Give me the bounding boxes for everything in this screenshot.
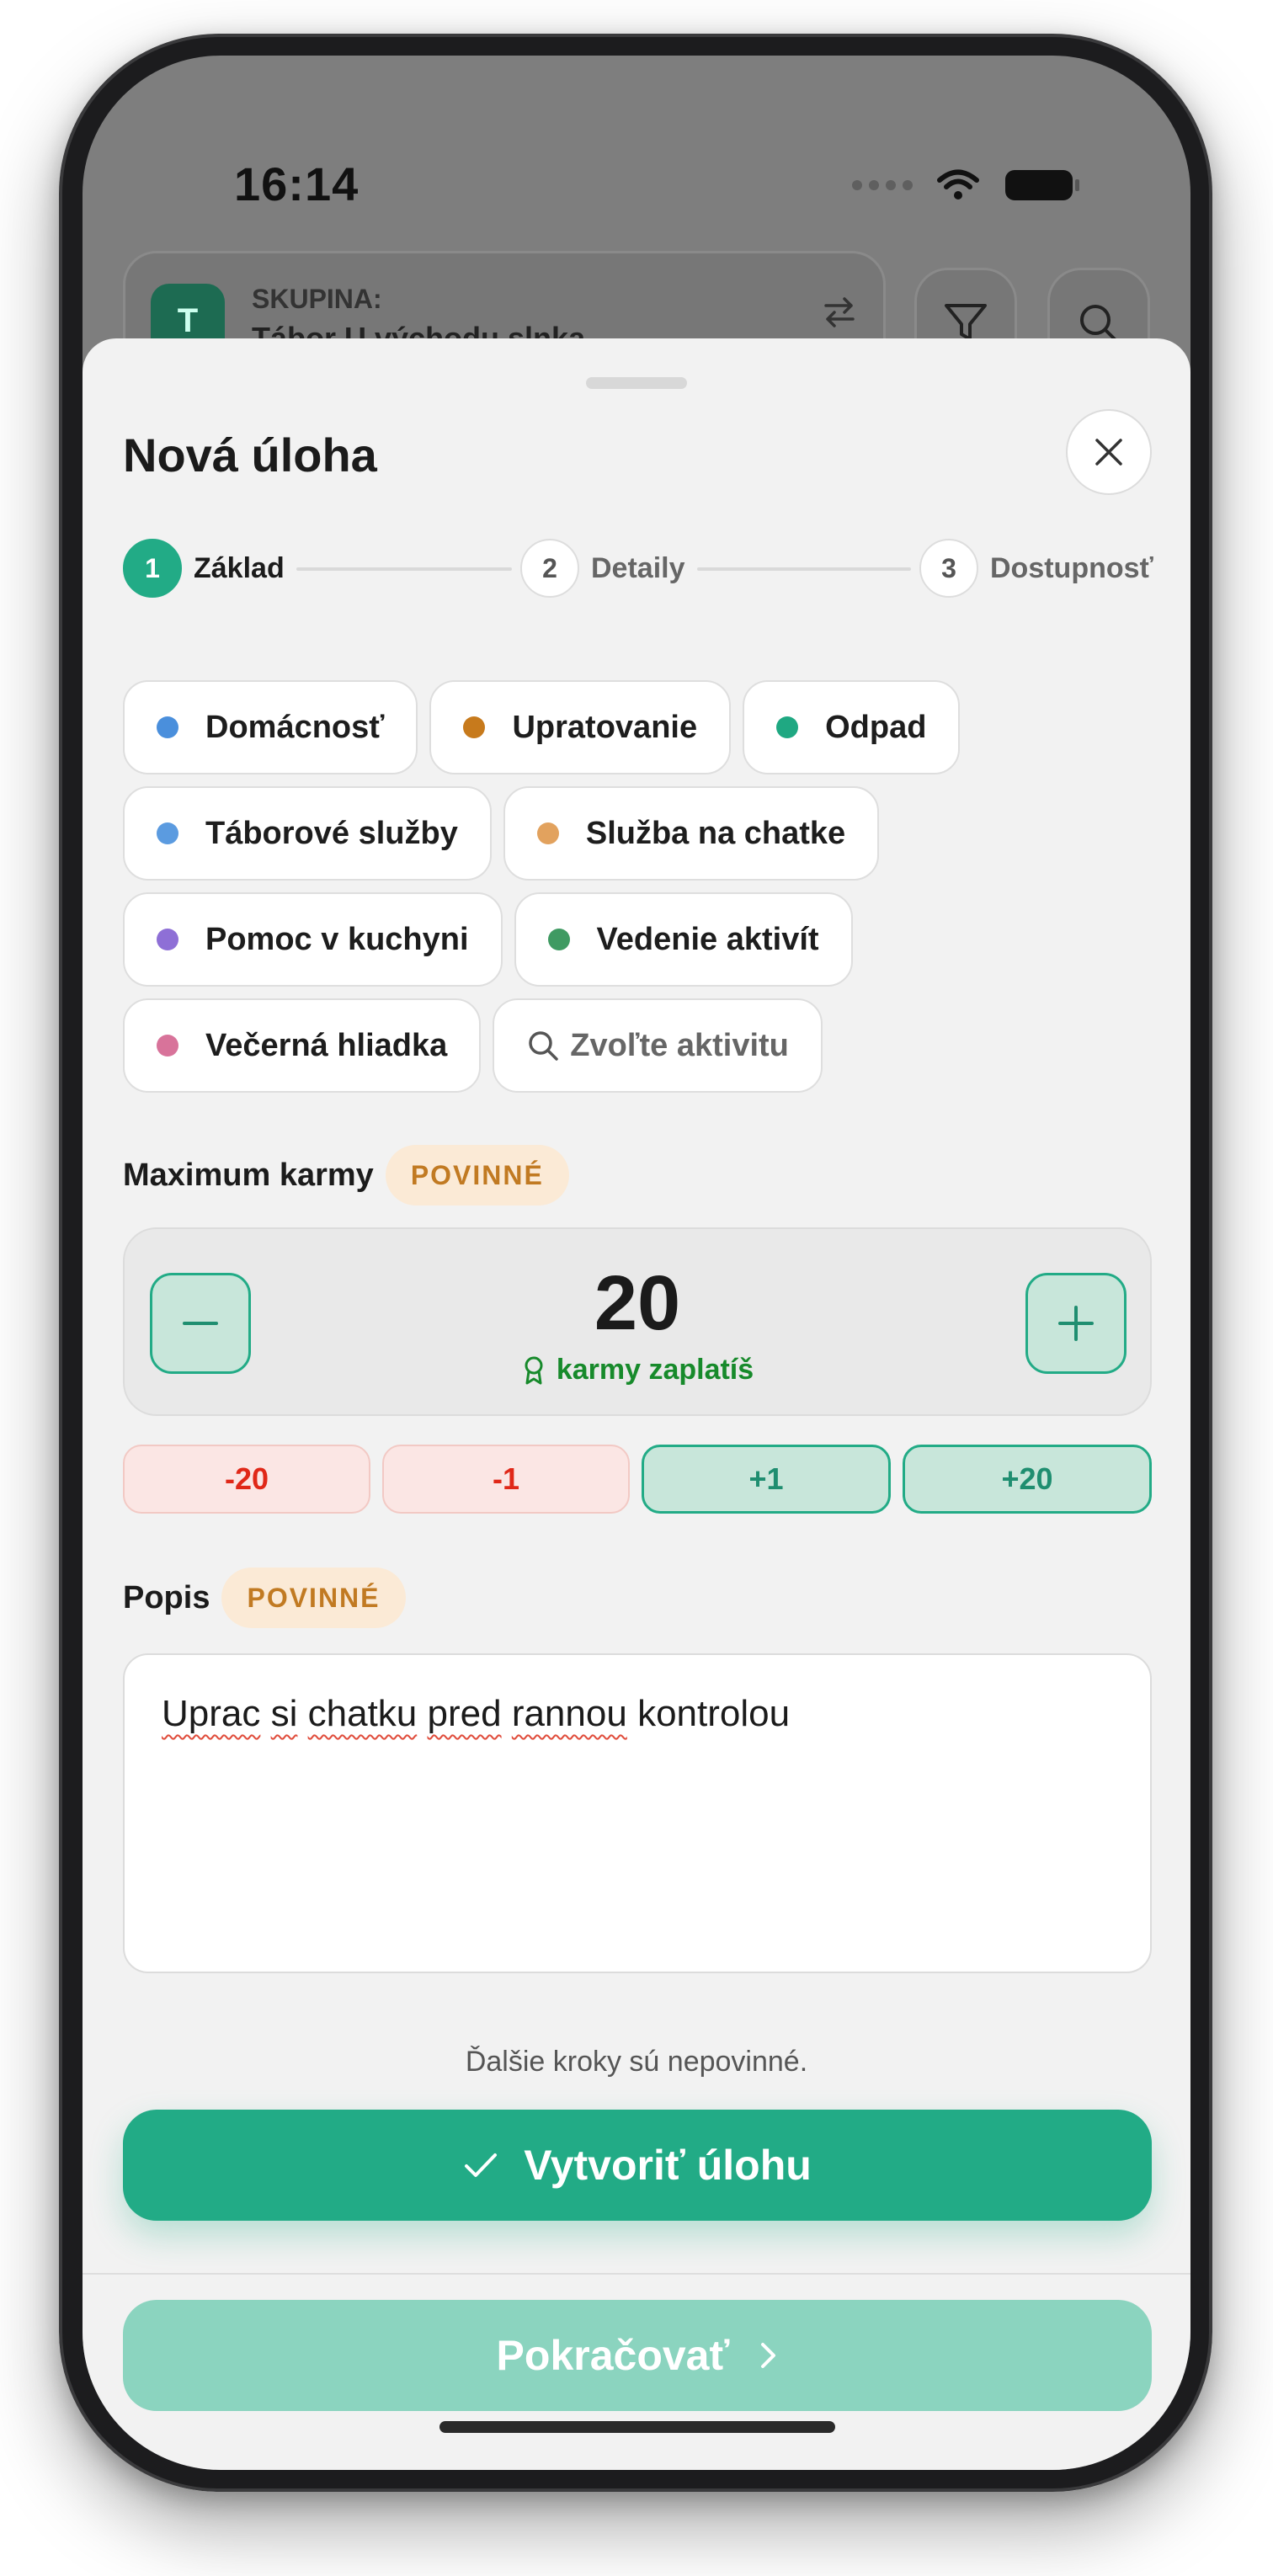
continue-button[interactable]: Pokračovať (123, 2300, 1152, 2411)
category-label: Vedenie aktivít (596, 921, 819, 957)
category-chip[interactable]: Večerná hliadka (123, 998, 482, 1093)
category-color-dot (463, 716, 486, 738)
status-time: 16:14 (234, 157, 360, 210)
group-label: SKUPINA: (252, 284, 382, 314)
required-badge: POVINNÉ (221, 1567, 406, 1628)
category-search-chip[interactable]: Zvoľte aktivitu (493, 998, 823, 1093)
category-search-placeholder: Zvoľte aktivitu (570, 1027, 789, 1063)
new-task-sheet: Nová úloha 1 Základ 2 Detaily 3 Dostupno… (83, 338, 1190, 2470)
karma-stepper: 20 karmy zaplatíš (123, 1227, 1152, 1416)
karma-plus-20-button[interactable]: +20 (903, 1445, 1152, 1514)
chevron-right-icon (761, 2343, 776, 2368)
karma-value: 20 (594, 1260, 681, 1346)
description-word: si (270, 1693, 298, 1734)
description-section-label: Popis POVINNÉ (123, 1567, 406, 1628)
description-word: Uprac (162, 1693, 261, 1734)
category-chip[interactable]: Odpad (743, 680, 961, 774)
status-icons (852, 167, 1081, 204)
category-label: Upratovanie (512, 709, 698, 745)
step-indicator: 1 Základ 2 Detaily 3 Dostupnosť (123, 539, 1153, 599)
category-color-dot (547, 929, 570, 950)
karma-plus-1-button[interactable]: +1 (642, 1445, 891, 1514)
karma-section-label: Maximum karmy POVINNÉ (123, 1145, 569, 1206)
continue-label: Pokračovať (496, 2332, 730, 2379)
category-chips: Domácnosť Upratovanie Odpad Táborové slu… (123, 680, 1152, 1104)
sheet-title: Nová úloha (123, 428, 377, 482)
close-button[interactable] (1066, 409, 1152, 495)
close-icon (1095, 439, 1122, 466)
karma-label: Maximum karmy (123, 1157, 374, 1193)
sheet-grabber[interactable] (586, 377, 687, 389)
category-chip[interactable]: Pomoc v kuchyni (123, 892, 503, 987)
category-chip[interactable]: Domácnosť (123, 680, 418, 774)
category-label: Táborové služby (205, 815, 458, 851)
step-number: 1 (123, 539, 182, 598)
description-word: rannou (511, 1693, 627, 1734)
search-icon (529, 1031, 559, 1061)
create-task-label: Vytvoriť úlohu (524, 2142, 812, 2189)
category-chip[interactable]: Upratovanie (429, 680, 732, 774)
category-color-dot (157, 716, 178, 738)
create-task-button[interactable]: Vytvoriť úlohu (123, 2110, 1152, 2221)
step-label: Základ (194, 551, 285, 584)
category-chip[interactable]: Vedenie aktivít (514, 892, 853, 987)
category-color-dot (157, 1035, 178, 1056)
description-word: kontrolou (637, 1693, 791, 1734)
category-color-dot (157, 929, 178, 950)
swap-icon (824, 297, 855, 327)
step-basic[interactable]: 1 Základ (123, 539, 285, 598)
divider (83, 2273, 1190, 2275)
description-word: pred (427, 1693, 502, 1734)
karma-minus-20-button[interactable]: -20 (123, 1445, 370, 1514)
category-label: Večerná hliadka (205, 1027, 448, 1063)
step-connector (697, 567, 911, 571)
step-details[interactable]: 2 Detaily (520, 539, 685, 598)
award-icon (525, 1356, 543, 1384)
home-indicator (439, 2421, 835, 2433)
battery-icon (1005, 170, 1079, 200)
category-label: Pomoc v kuchyni (205, 921, 469, 957)
karma-quick-adjust: -20 -1 +1 +20 (123, 1445, 1152, 1514)
karma-caption-text: karmy zaplatíš (556, 1354, 754, 1386)
step-number: 2 (520, 539, 579, 598)
check-icon (465, 2153, 498, 2177)
category-color-dot (536, 822, 559, 844)
plus-icon (1058, 1306, 1094, 1341)
karma-minus-1-button[interactable]: -1 (382, 1445, 630, 1514)
step-availability[interactable]: 3 Dostupnosť (919, 539, 1153, 598)
step-label: Detaily (591, 551, 685, 584)
category-chip[interactable]: Táborové služby (123, 786, 492, 881)
required-badge: POVINNÉ (385, 1145, 569, 1206)
category-label: Služba na chatke (585, 815, 846, 851)
cellular-signal-icon (852, 180, 913, 190)
step-number: 3 (919, 539, 978, 598)
category-color-dot (157, 822, 178, 844)
wifi-icon (937, 169, 979, 200)
description-word: chatku (307, 1693, 418, 1734)
category-chip[interactable]: Služba na chatke (503, 786, 880, 881)
step-label: Dostupnosť (990, 551, 1153, 584)
category-color-dot (776, 716, 799, 738)
phone-screen: 16:14 T SKUPINA: Tábor U východu slnka (83, 56, 1190, 2470)
optional-steps-hint: Ďalšie kroky sú nepovinné. (465, 2046, 808, 2078)
karma-increment-button[interactable] (1025, 1273, 1127, 1374)
category-label: Domácnosť (205, 709, 385, 745)
description-label: Popis (123, 1579, 210, 1615)
karma-caption: karmy zaplatíš (125, 1354, 1150, 1386)
description-textarea[interactable]: Uprac si chatku pred rannou kontrolou (123, 1653, 1152, 1973)
step-connector (296, 567, 512, 571)
category-label: Odpad (825, 709, 927, 745)
